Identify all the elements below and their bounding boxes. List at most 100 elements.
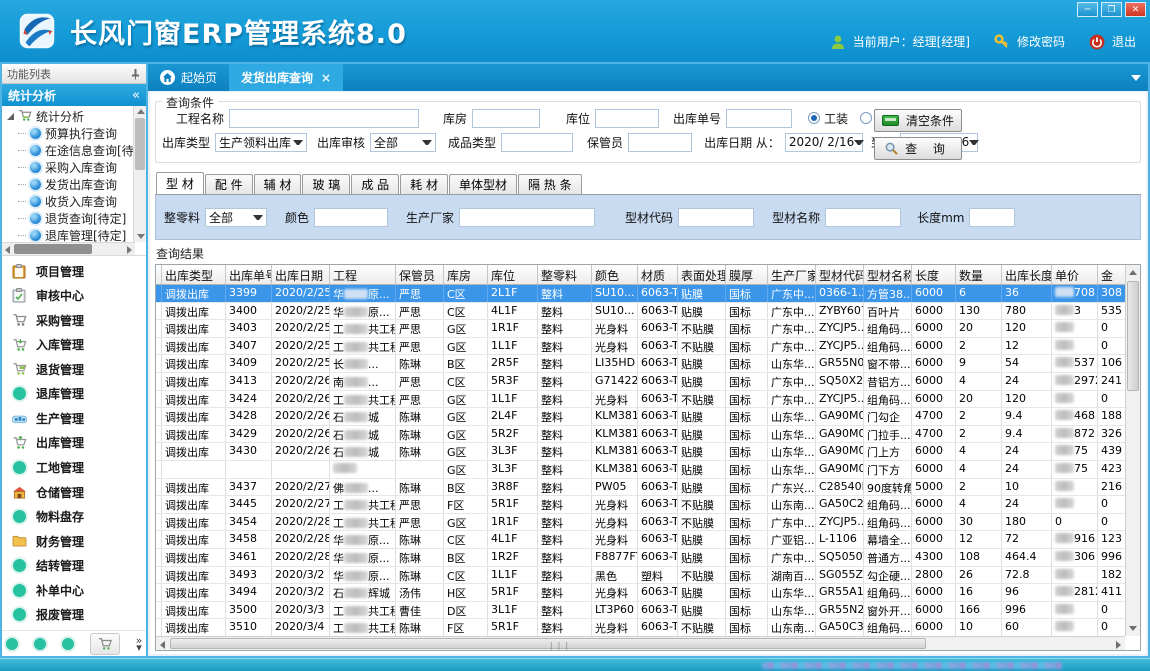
table-row[interactable]: 调拨出库33992020/2/25华原...严思C区2L1F整料SU10...6… bbox=[156, 285, 1125, 303]
column-header[interactable]: 金 bbox=[1098, 265, 1125, 284]
clear-conditions-button[interactable]: 清空条件 bbox=[874, 109, 962, 132]
column-header[interactable]: 材质 bbox=[638, 265, 678, 284]
collapse-icon[interactable]: « bbox=[132, 88, 140, 103]
profile-code-input[interactable] bbox=[678, 208, 754, 227]
radio-industrial[interactable]: 工装 bbox=[808, 110, 848, 127]
tree-root-item[interactable]: 统计分析 bbox=[2, 108, 146, 125]
table-row[interactable]: 调拨出库34932020/3/2华原...陈琳C区1L1F整料黑色塑料不贴膜国标… bbox=[156, 567, 1125, 585]
scroll-down-arrow-icon[interactable] bbox=[1129, 626, 1137, 631]
scroll-left-arrow-icon[interactable] bbox=[5, 246, 10, 254]
scrollbar-thumb[interactable] bbox=[135, 118, 145, 170]
whole-part-select[interactable]: 全部 bbox=[205, 208, 267, 227]
color-input[interactable] bbox=[314, 208, 388, 227]
outbound-type-select[interactable]: 生产领料出库 bbox=[215, 133, 307, 152]
table-row[interactable]: G区3L3F整料KLM38176063-T5贴膜国标山东华...GA90M09.… bbox=[156, 461, 1125, 479]
warehouse-input[interactable] bbox=[472, 109, 540, 128]
sidebar-group-item[interactable]: 项目管理 bbox=[2, 263, 146, 280]
scroll-left-arrow-icon[interactable] bbox=[160, 641, 165, 649]
material-tab[interactable]: 配 件 bbox=[205, 174, 253, 194]
toolbar-dot-icon[interactable] bbox=[34, 638, 46, 650]
table-row[interactable]: 调拨出库34612020/2/28华原...陈琳B区1R2F整料F8877FT6… bbox=[156, 549, 1125, 567]
table-row[interactable]: 调拨出库34542020/2/28工共工程严思G区1R1F整料光身料6063-T… bbox=[156, 514, 1125, 532]
scrollbar-thumb[interactable]: ❘❘❘ bbox=[170, 638, 926, 649]
search-button[interactable]: 查 询 bbox=[874, 137, 962, 160]
tree-item[interactable]: 采购入库查询 bbox=[2, 159, 146, 176]
sidebar-section-header[interactable]: 统计分析 « bbox=[2, 84, 146, 106]
scroll-down-arrow-icon[interactable] bbox=[137, 234, 145, 239]
table-row[interactable]: 调拨出库34032020/2/25工共工程严思G区1R1F整料光身料6063-T… bbox=[156, 320, 1125, 338]
tree-item[interactable]: 预算执行查询 bbox=[2, 125, 146, 142]
table-row[interactable]: 调拨出库35002020/3/3工共工程曹佳D区3L1F整料LT3P606063… bbox=[156, 602, 1125, 620]
column-header[interactable]: 库房 bbox=[444, 265, 488, 284]
column-header[interactable]: 数量 bbox=[956, 265, 1002, 284]
tree-item[interactable]: 收货入库查询 bbox=[2, 193, 146, 210]
material-tab[interactable]: 辅 材 bbox=[254, 174, 302, 194]
location-input[interactable] bbox=[595, 109, 659, 128]
sidebar-group-item[interactable]: 退库管理 bbox=[2, 385, 146, 402]
product-type-input[interactable] bbox=[501, 133, 573, 152]
column-header[interactable]: 长度 bbox=[912, 265, 956, 284]
material-tab[interactable]: 成 品 bbox=[351, 174, 399, 194]
sidebar-group-item[interactable]: 入库管理 bbox=[2, 336, 146, 353]
table-row[interactable]: 调拨出库34942020/3/2石辉城汤伟H区5R1F整料光身料6063-T5贴… bbox=[156, 584, 1125, 602]
scrollbar-thumb[interactable] bbox=[1127, 281, 1139, 391]
tree-horizontal-scrollbar[interactable] bbox=[2, 242, 135, 255]
column-header[interactable]: 出库类型 bbox=[162, 265, 226, 284]
table-row[interactable]: 调拨出库34092020/2/25长...陈琳B区2R5F整料LI35HD606… bbox=[156, 355, 1125, 373]
sidebar-group-item[interactable]: 物料盘存 bbox=[2, 508, 146, 525]
profile-name-input[interactable] bbox=[825, 208, 901, 227]
tab-home[interactable]: 起始页 bbox=[148, 64, 229, 91]
column-header[interactable]: 出库长度 bbox=[1002, 265, 1052, 284]
column-header[interactable]: 工程 bbox=[330, 265, 396, 284]
date-from-picker[interactable]: 2020/ 2/16 bbox=[785, 133, 863, 152]
table-row[interactable]: 调拨出库34282020/2/26石城陈琳G区2L4F整料KLM38176063… bbox=[156, 408, 1125, 426]
material-tab[interactable]: 玻 璃 bbox=[302, 174, 350, 194]
tree-item[interactable]: 退货查询[待定] bbox=[2, 210, 146, 227]
column-header[interactable]: 保管员 bbox=[396, 265, 444, 284]
table-row[interactable]: 调拨出库34072020/2/25工共工程严思G区1L1F整料光身料6063-T… bbox=[156, 338, 1125, 356]
table-row[interactable]: 调拨出库34292020/2/26石城陈琳G区5R2F整料KLM38176063… bbox=[156, 426, 1125, 444]
column-header[interactable]: 单价 bbox=[1052, 265, 1098, 284]
material-tab[interactable]: 型 材 bbox=[156, 172, 204, 194]
close-button[interactable]: ✕ bbox=[1125, 2, 1146, 17]
column-header[interactable]: 库位 bbox=[488, 265, 538, 284]
column-header[interactable]: 出库单号 bbox=[226, 265, 272, 284]
sidebar-group-item[interactable]: 生产管理 bbox=[2, 410, 146, 427]
table-row[interactable]: 调拨出库35102020/3/4工共工程陈琳F区5R1F整料光身料6063-T5… bbox=[156, 619, 1125, 637]
scroll-up-arrow-icon[interactable] bbox=[1129, 270, 1137, 275]
column-header[interactable]: 生产厂家 bbox=[768, 265, 816, 284]
tab-list-dropdown-icon[interactable] bbox=[1131, 75, 1141, 81]
outbound-audit-select[interactable]: 全部 bbox=[370, 133, 436, 152]
sidebar-group-item[interactable]: 补单中心 bbox=[2, 582, 146, 599]
sidebar-group-item[interactable]: 工地管理 bbox=[2, 459, 146, 476]
sidebar-group-item[interactable]: 退货管理 bbox=[2, 361, 146, 378]
table-row[interactable]: 调拨出库34452020/2/27工共工程严思F区5R1F整料光身料6063-T… bbox=[156, 496, 1125, 514]
logout-link[interactable]: 退出 bbox=[1112, 33, 1136, 50]
table-row[interactable]: 调拨出库34302020/2/26石城陈琳G区3L3F整料KLM38176063… bbox=[156, 443, 1125, 461]
tab-close-icon[interactable]: × bbox=[321, 71, 331, 85]
toolbar-dot-icon[interactable] bbox=[62, 638, 74, 650]
sidebar-group-item[interactable]: 结转管理 bbox=[2, 557, 146, 574]
grid-vertical-scrollbar[interactable] bbox=[1125, 265, 1140, 636]
column-header[interactable]: 膜厚 bbox=[726, 265, 768, 284]
scroll-right-arrow-icon[interactable] bbox=[1116, 641, 1121, 649]
tree-item[interactable]: 在途信息查询[待 bbox=[2, 142, 146, 159]
column-header[interactable]: 型材名称 bbox=[864, 265, 912, 284]
tab-shipping-outbound-query[interactable]: 发货出库查询 × bbox=[229, 64, 343, 91]
sidebar-group-item[interactable]: 出库管理 bbox=[2, 434, 146, 451]
toolbar-dot-icon[interactable] bbox=[6, 638, 18, 650]
scroll-right-arrow-icon[interactable] bbox=[127, 246, 132, 254]
sidebar-group-item[interactable]: 采购管理 bbox=[2, 312, 146, 329]
toolbar-cart-button[interactable] bbox=[90, 633, 120, 655]
order-no-input[interactable] bbox=[726, 109, 792, 128]
table-row[interactable]: 调拨出库34132020/2/26南...严思C区5R3F整料G71422606… bbox=[156, 373, 1125, 391]
material-tab[interactable]: 隔 热 条 bbox=[518, 174, 582, 194]
keeper-input[interactable] bbox=[628, 133, 692, 152]
material-tab[interactable]: 耗 材 bbox=[400, 174, 448, 194]
column-header[interactable]: 整零料 bbox=[538, 265, 592, 284]
expander-icon[interactable] bbox=[7, 113, 14, 120]
sidebar-group-item[interactable]: 财务管理 bbox=[2, 533, 146, 550]
column-header[interactable]: 表面处理 bbox=[678, 265, 726, 284]
minimize-button[interactable]: ─ bbox=[1077, 2, 1098, 17]
scrollbar-thumb[interactable] bbox=[14, 244, 92, 254]
